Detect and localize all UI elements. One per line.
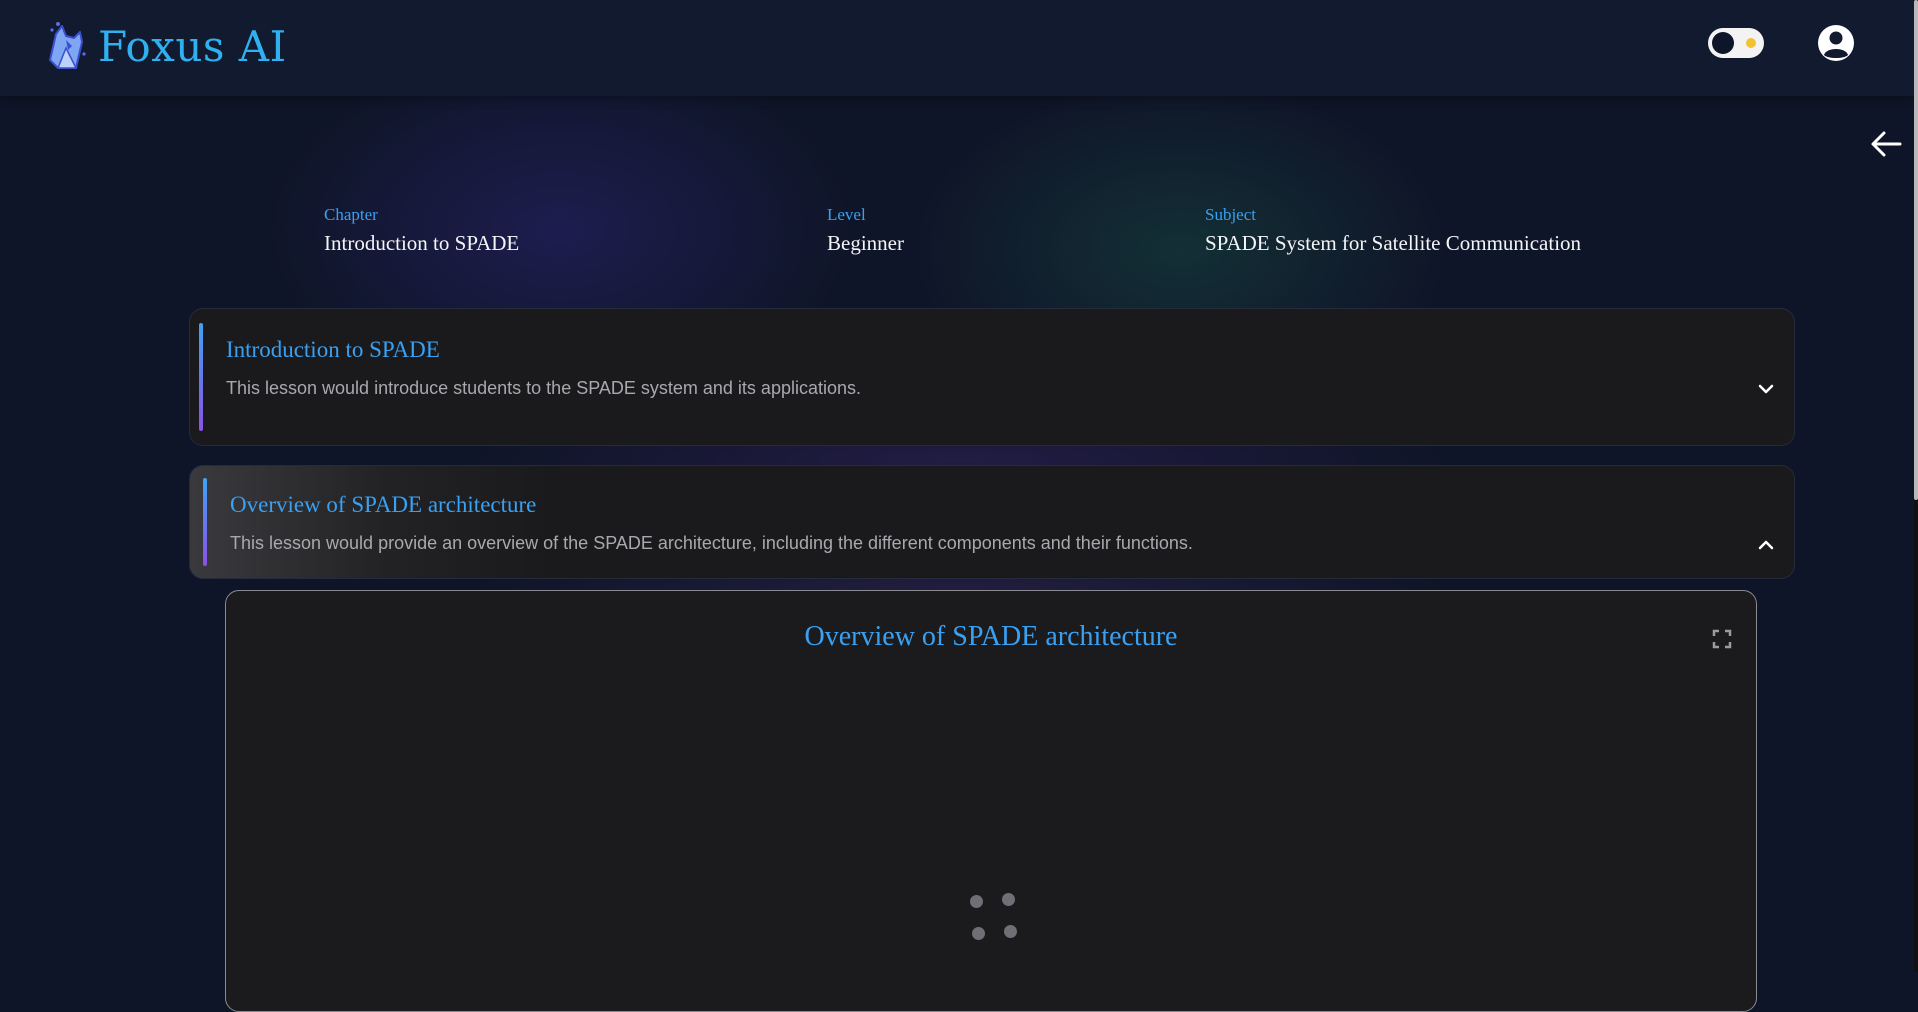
- subject-label: Subject: [1205, 205, 1256, 224]
- lesson-description: This lesson would introduce students to …: [226, 378, 861, 398]
- scrollbar-thumb[interactable]: [1914, 0, 1918, 500]
- level-label: Level: [827, 205, 866, 224]
- level-info: Level Beginner: [827, 205, 904, 256]
- lesson-card-introduction[interactable]: Introduction to SPADE This lesson would …: [189, 308, 1795, 446]
- back-button[interactable]: [1866, 124, 1906, 164]
- lesson-card-overview[interactable]: Overview of SPADE architecture This less…: [189, 465, 1795, 579]
- lesson-accent-bar: [203, 478, 207, 566]
- page-scrollbar[interactable]: [1914, 0, 1918, 972]
- theme-toggle-knob: [1712, 32, 1734, 54]
- level-value: Beginner: [827, 231, 904, 255]
- top-header: Foxus AI: [0, 0, 1918, 96]
- lesson-content-panel: Overview of SPADE architecture: [225, 590, 1757, 1012]
- chapter-info: Chapter Introduction to SPADE: [324, 205, 519, 256]
- user-circle-icon: [1818, 25, 1854, 61]
- app-name: Foxus AI: [98, 21, 287, 71]
- loading-spinner-icon: [966, 891, 1026, 951]
- panel-title: Overview of SPADE architecture: [804, 621, 1178, 652]
- chevron-down-icon[interactable]: [1756, 379, 1776, 399]
- subject-value: SPADE System for Satellite Communication: [1205, 231, 1582, 255]
- spinner-dot: [1002, 893, 1015, 906]
- spinner-dot: [972, 927, 985, 940]
- fox-logo-icon: [49, 22, 86, 69]
- lesson-accent-bar: [199, 323, 203, 431]
- spinner-dot: [970, 895, 983, 908]
- spinner-dot: [1004, 925, 1017, 938]
- fullscreen-icon: [1712, 629, 1732, 649]
- chapter-value: Introduction to SPADE: [324, 231, 520, 255]
- chevron-up-icon[interactable]: [1756, 535, 1776, 555]
- lesson-description: This lesson would provide an overview of…: [230, 533, 1193, 553]
- arrow-left-icon: [1871, 131, 1902, 157]
- app-logo[interactable]: Foxus AI: [46, 20, 287, 72]
- lesson-title: Overview of SPADE architecture: [230, 492, 537, 517]
- theme-toggle[interactable]: [1708, 28, 1764, 58]
- user-account-button[interactable]: [1816, 23, 1856, 63]
- fullscreen-button[interactable]: [1712, 629, 1732, 649]
- chapter-label: Chapter: [324, 205, 378, 224]
- subject-info: Subject SPADE System for Satellite Commu…: [1205, 205, 1581, 256]
- lesson-title: Introduction to SPADE: [226, 337, 440, 362]
- sun-icon: [1746, 38, 1756, 48]
